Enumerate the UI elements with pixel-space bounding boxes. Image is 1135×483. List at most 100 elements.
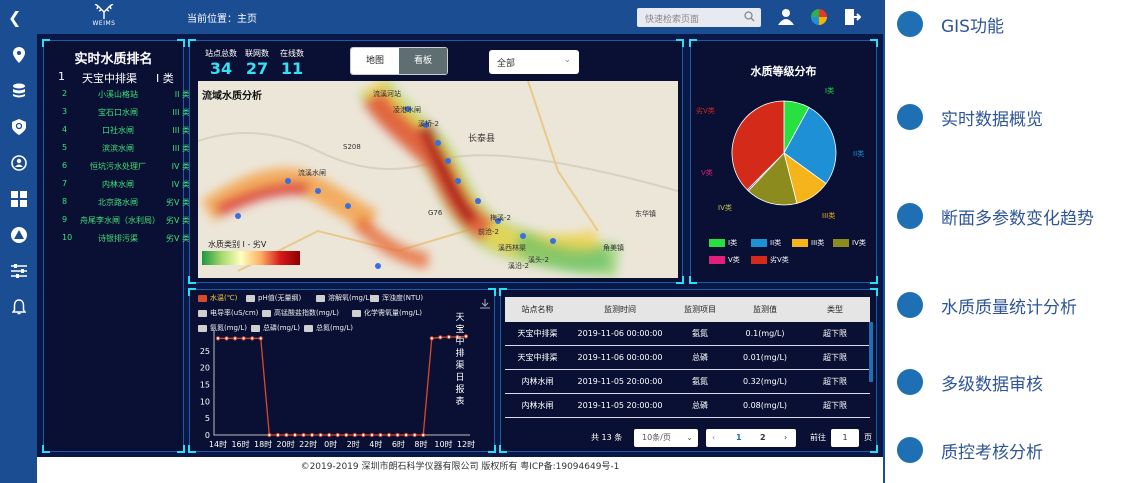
page-size-select[interactable]: 10条/页 ⌄ [634, 429, 698, 447]
shield-icon[interactable] [10, 118, 28, 136]
column-header[interactable]: 类型 [800, 304, 870, 315]
feature-item: 多级数据审核 [897, 369, 1043, 395]
table-cell: 氨氮 [692, 329, 708, 338]
column-header[interactable]: 监测值 [730, 304, 800, 315]
map-label: 长泰县 [468, 134, 496, 144]
data-point [258, 336, 263, 341]
rank-number: 3 [62, 107, 68, 116]
feature-label: 水质质量统计分析 [941, 297, 1077, 318]
y-tick-label: 0 [205, 431, 210, 440]
x-tick-label: 10时 [434, 439, 452, 449]
pie-legend-item[interactable]: I类 [709, 238, 737, 248]
pie-legend-item[interactable]: 劣V类 [751, 255, 789, 265]
x-tick-label: 12时 [457, 439, 475, 449]
rank-station: 小溪山格站 [98, 90, 138, 99]
stat-total-value: 34 [209, 59, 233, 78]
pie-slice-label: I类 [825, 87, 835, 95]
data-table-panel: 站点名称 监测时间 监测项目 监测值 类型 天宝中排渠 2019-11-06 00… [499, 288, 878, 453]
table-header: 站点名称 监测时间 监测项目 监测值 类型 [505, 297, 870, 322]
data-point [421, 432, 426, 438]
pie-legend-item[interactable]: III类 [792, 238, 824, 248]
filter-value: 全部 [497, 59, 516, 69]
pie-slice-label: 劣V类 [696, 107, 715, 115]
data-point [429, 336, 434, 341]
rank-class: IV 类 [171, 180, 190, 189]
map-label: 溪沿-2 [508, 262, 529, 270]
feature-label: 多级数据审核 [941, 374, 1043, 395]
rank-station: 诗银排污渠 [98, 234, 138, 243]
data-point [361, 432, 366, 438]
map-legend-bar [202, 251, 300, 265]
bell-icon[interactable] [10, 298, 28, 316]
x-tick-label: 2时 [347, 439, 360, 449]
pie-legend-item[interactable]: IV类 [833, 238, 866, 248]
table-row[interactable]: 天宝中排渠 2019-11-06 00:00:00 总磷 0.01(mg/L) 超下限 [505, 346, 870, 370]
data-point [292, 432, 298, 438]
search-input[interactable]: 快速检索页面 [637, 8, 761, 27]
back-icon[interactable]: ❮ [8, 8, 21, 27]
table-cell: 超下限 [823, 401, 847, 410]
next-page-icon[interactable]: › [784, 429, 787, 447]
rank-number: 8 [62, 197, 68, 206]
water-quality-map[interactable]: 流域水质分析 流溪河站 凌港水闸 溪桥-2 长泰县 S208 流溪水闸 东华镇 … [198, 81, 678, 278]
dashboard-area: 实时水质排名 1 天宝中排渠 I 类 2 小溪山格站 II 类 3 宝石口水闸 III 类… [37, 34, 883, 457]
overview-panel: 站点总数 34 联网数 27 在线数 11 地图 看板 全部 ⌄ 流域水质分析 … [188, 39, 684, 284]
map-label: 东华镇 [635, 210, 656, 218]
location-icon[interactable] [10, 46, 28, 64]
sliders-icon[interactable] [10, 262, 28, 280]
column-header[interactable]: 监测时间 [570, 304, 670, 315]
tab-map[interactable]: 地图 [351, 48, 399, 74]
table-scrollbar[interactable] [869, 322, 873, 382]
x-tick-label: 4时 [369, 439, 382, 449]
series-line-water-temp [218, 335, 467, 436]
table-row[interactable]: 内林水闸 2019-11-05 20:00:00 总磷 0.08(mg/L) 超下限 [505, 394, 870, 418]
database-icon[interactable] [10, 82, 28, 100]
data-point [318, 432, 323, 438]
prev-page-icon[interactable]: ‹ [712, 429, 715, 447]
user-icon[interactable] [777, 8, 795, 26]
data-point [404, 432, 409, 438]
theme-icon[interactable] [810, 8, 828, 26]
table-row[interactable]: 天宝中排渠 2019-11-06 00:00:00 氨氮 0.1(mg/L) 超下限 [505, 322, 870, 346]
page-2-button[interactable]: 2 [760, 429, 766, 447]
logout-icon[interactable] [843, 8, 862, 26]
table-cell: 超下限 [823, 329, 847, 338]
sidebar [0, 34, 37, 483]
tab-board[interactable]: 看板 [399, 48, 447, 74]
data-point [369, 432, 375, 438]
map-label: 梅溪-2 [490, 214, 511, 222]
column-header[interactable]: 监测项目 [670, 304, 730, 315]
feature-item: 水质质量统计分析 [897, 292, 1077, 318]
table-row[interactable]: 内林水闸 2019-11-05 20:00:00 氨氮 0.32(mg/L) 超下限 [505, 370, 870, 394]
feature-label: 实时数据概览 [941, 109, 1043, 130]
warning-icon[interactable] [10, 226, 28, 244]
rank-class: III 类 [172, 144, 190, 153]
page-1-button[interactable]: 1 [736, 429, 742, 447]
grid-icon[interactable] [10, 190, 28, 208]
pie-legend-item[interactable]: V类 [709, 255, 740, 265]
total-count: 共 13 条 [591, 433, 623, 442]
person-circle-icon[interactable] [10, 154, 28, 172]
table-cell: 0.08(mg/L) [742, 401, 788, 410]
pie-slice-label: IV类 [718, 204, 732, 212]
rank-station: 宝石口水闸 [98, 108, 138, 117]
y-tick-label: 20 [200, 364, 210, 373]
column-header[interactable]: 站点名称 [505, 304, 570, 315]
filter-select[interactable]: 全部 ⌄ [489, 50, 579, 74]
pie-slice-label: V类 [701, 169, 713, 177]
table-cell: 超下限 [823, 353, 847, 362]
chevron-down-icon: ⌄ [686, 433, 693, 442]
goto-page-input[interactable]: 1 [831, 429, 859, 447]
data-point [241, 336, 246, 341]
ranking-panel: 实时水质排名 1 天宝中排渠 I 类 2 小溪山格站 II 类 3 宝石口水闸 III 类… [42, 39, 190, 453]
pie-legend-item[interactable]: II类 [751, 238, 781, 248]
search-icon[interactable] [744, 11, 755, 25]
rank-class: III 类 [172, 126, 190, 135]
trend-side-title: 天宝中排渠日报表 [455, 313, 465, 407]
map-label: S208 [343, 143, 361, 151]
table-cell: 0.1(mg/L) [745, 329, 785, 338]
data-point [446, 334, 451, 340]
x-tick-label: 20时 [277, 439, 295, 449]
table-cell: 超下限 [823, 377, 847, 386]
download-icon[interactable] [480, 294, 490, 313]
